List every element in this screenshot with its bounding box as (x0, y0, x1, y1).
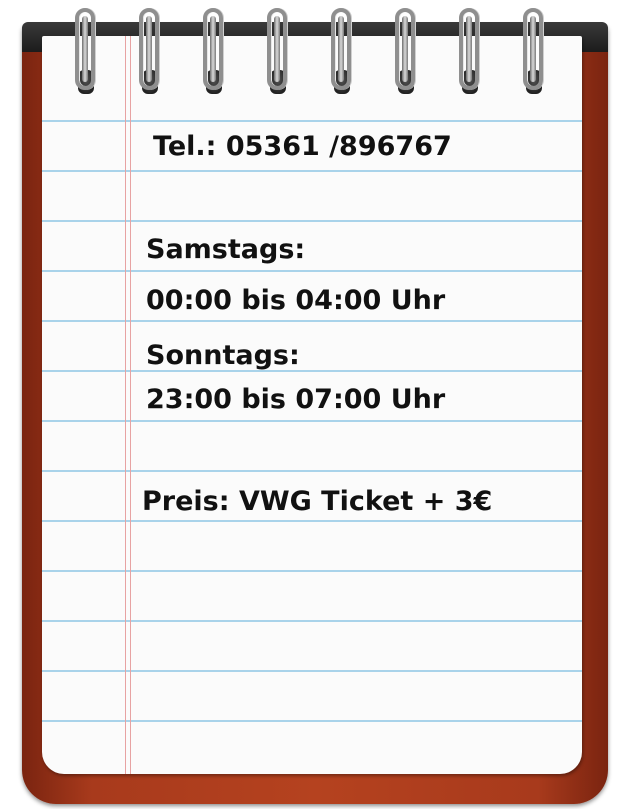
ruled-line (42, 120, 582, 122)
ruled-line (42, 570, 582, 572)
saturday-hours: 00:00 bis 04:00 Uhr (146, 285, 446, 316)
sunday-label: Sonntags: (146, 340, 300, 371)
margin-line (125, 36, 126, 774)
sunday-hours: 23:00 bis 07:00 Uhr (146, 384, 446, 415)
spiral-ring-icon (520, 8, 548, 96)
notepad: Tel.: 05361 /896767 Samstags: 00:00 bis … (0, 0, 629, 809)
spiral-ring-icon (200, 8, 228, 96)
ruled-line (42, 270, 582, 272)
ruled-line (42, 170, 582, 172)
ruled-line (42, 720, 582, 722)
price-info: Preis: VWG Ticket + 3€ (142, 486, 493, 517)
ruled-line (42, 470, 582, 472)
ruled-line (42, 520, 582, 522)
ruled-line (42, 620, 582, 622)
ruled-line (42, 670, 582, 672)
spiral-ring-icon (136, 8, 164, 96)
ruled-line (42, 320, 582, 322)
margin-line (130, 36, 131, 774)
ruled-line (42, 370, 582, 372)
spiral-ring-icon (328, 8, 356, 96)
spiral-ring-icon (456, 8, 484, 96)
spiral-ring-icon (264, 8, 292, 96)
ruled-line (42, 420, 582, 422)
spiral-ring-icon (72, 8, 100, 96)
saturday-label: Samstags: (146, 234, 306, 265)
phone-number: Tel.: 05361 /896767 (153, 131, 452, 162)
ruled-line (42, 220, 582, 222)
spiral-ring-icon (392, 8, 420, 96)
